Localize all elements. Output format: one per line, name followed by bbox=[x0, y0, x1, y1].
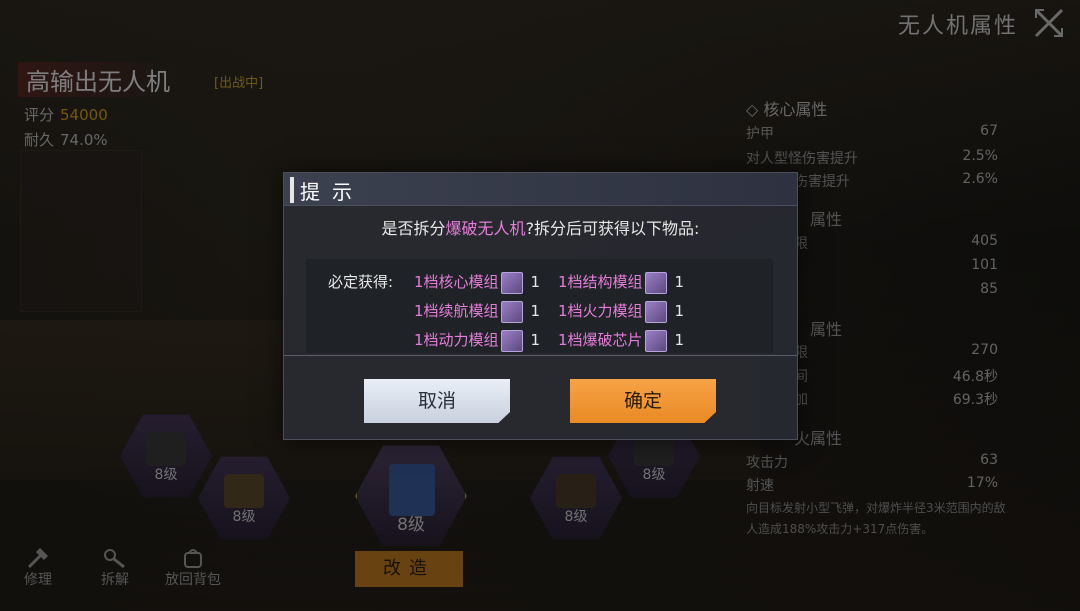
blast-chip-icon bbox=[644, 329, 667, 352]
reward-heading: 必定获得: bbox=[328, 273, 394, 291]
power-module-icon bbox=[500, 329, 523, 352]
item-highlight: 爆破无人机 bbox=[445, 219, 526, 238]
reward-item: 1档火力模组 1 bbox=[558, 300, 684, 324]
reward-item: 1档动力模组 1 bbox=[414, 329, 540, 353]
structure-module-icon bbox=[644, 271, 667, 294]
endurance-module-icon bbox=[500, 300, 523, 323]
dialog-header: 提示 bbox=[284, 173, 797, 206]
reward-item: 1档续航模组 1 bbox=[414, 300, 540, 324]
dismantle-confirm-dialog: 提示 是否拆分爆破无人机?拆分后可获得以下物品: 必定获得: 1档核心模组 1 1… bbox=[283, 172, 798, 440]
firepower-module-icon bbox=[644, 300, 667, 323]
divider bbox=[284, 355, 797, 356]
reward-item: 1档核心模组 1 bbox=[414, 271, 540, 295]
reward-item: 1档爆破芯片 1 bbox=[558, 329, 684, 353]
confirm-button[interactable]: 确定 bbox=[570, 379, 716, 423]
core-module-icon bbox=[500, 271, 523, 294]
cancel-button[interactable]: 取消 bbox=[364, 379, 510, 423]
dialog-message: 是否拆分爆破无人机?拆分后可获得以下物品: bbox=[381, 219, 700, 238]
dialog-title: 提示 bbox=[300, 180, 364, 204]
reward-list: 必定获得: 1档核心模组 1 1档结构模组 1 1档续航模组 1 1档火力模组 1 1档… bbox=[306, 259, 773, 353]
reward-item: 1档结构模组 1 bbox=[558, 271, 684, 295]
